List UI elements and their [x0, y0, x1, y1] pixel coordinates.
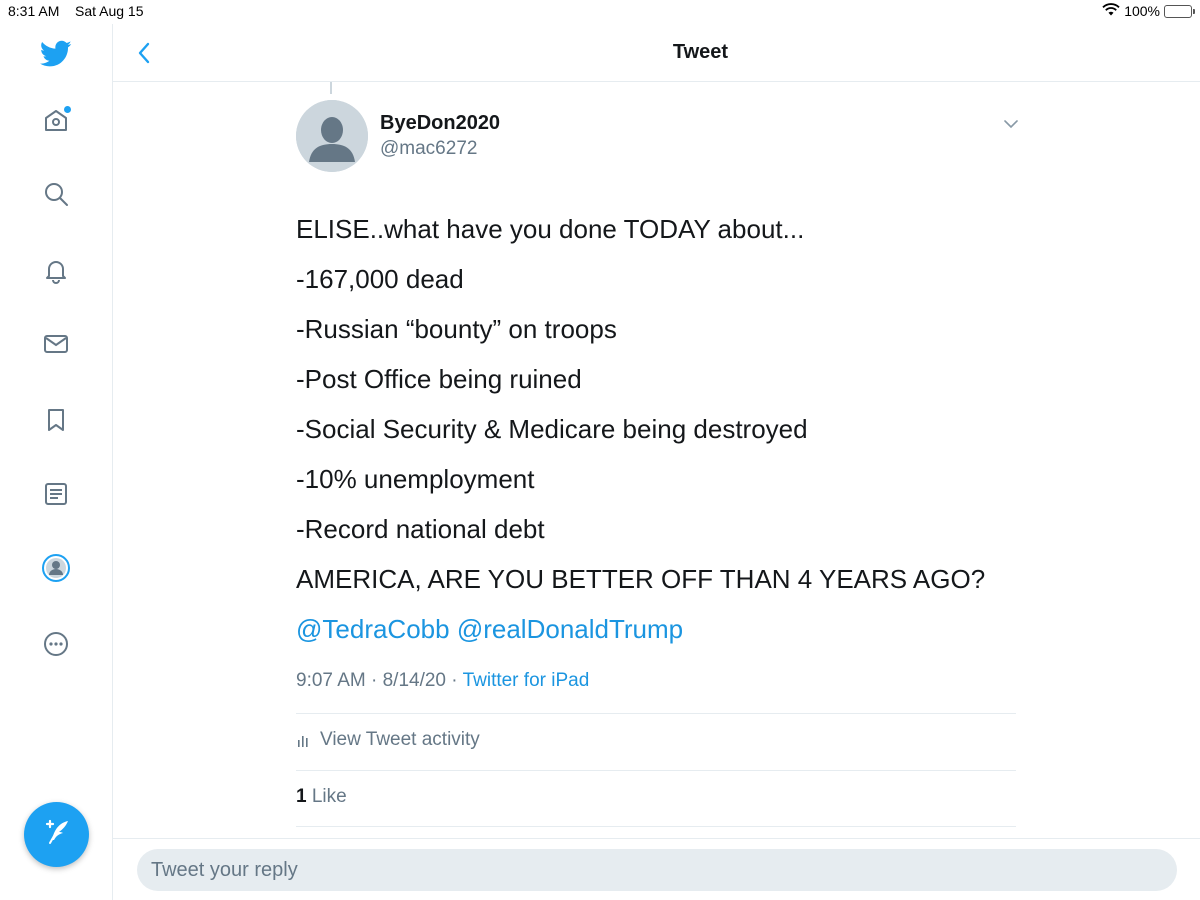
- tweet-source-link[interactable]: Twitter for iPad: [463, 670, 590, 691]
- divider: [296, 770, 1016, 771]
- like-count-number: 1: [296, 786, 307, 807]
- mentions-line: @TedraCobb @realDonaldTrump: [296, 604, 1016, 654]
- meta-separator: ·: [451, 670, 463, 691]
- status-right: 100%: [1102, 3, 1195, 19]
- page-title-text: Tweet: [672, 41, 729, 63]
- status-date: Sat Aug 15: [75, 3, 144, 19]
- tweet-line: -10% unemployment: [296, 464, 535, 494]
- tweet-line: -Record national debt: [296, 514, 545, 544]
- twitter-logo-icon[interactable]: [40, 38, 72, 70]
- tweet-line: -Social Security & Medicare being destro…: [296, 414, 808, 444]
- sidebar: [0, 24, 113, 900]
- likes-count[interactable]: 1 Like: [296, 786, 347, 808]
- bookmark-icon[interactable]: [40, 404, 72, 436]
- profile-icon[interactable]: [40, 552, 72, 584]
- tweet-line: -Russian “bounty” on troops: [296, 314, 617, 344]
- status-time: 8:31 AM: [8, 3, 60, 19]
- tweet-header: Tweet: [113, 24, 1200, 82]
- chevron-down-icon: [1004, 120, 1018, 129]
- tweet-line: AMERICA, ARE YOU BETTER OFF THAN 4 YEARS…: [296, 564, 986, 594]
- tweet-meta: 9:07 AM · 8/14/20 · Twitter for iPad: [296, 670, 589, 692]
- reply-input[interactable]: Tweet your reply: [137, 849, 1177, 891]
- analytics-icon: [298, 736, 308, 747]
- status-bar: 8:31 AM Sat Aug 15 100%: [0, 0, 1200, 24]
- tweet-line: ELISE..what have you done TODAY about...: [296, 214, 805, 244]
- tweet-time: 9:07 AM: [296, 670, 366, 691]
- mention-link[interactable]: @TedraCobb: [296, 614, 450, 644]
- battery-percent: 100%: [1124, 3, 1160, 19]
- mail-icon[interactable]: [40, 328, 72, 360]
- compose-tweet-icon: [41, 816, 73, 853]
- bell-icon[interactable]: [40, 254, 72, 286]
- more-icon[interactable]: [40, 628, 72, 660]
- tweet-options-button[interactable]: [1000, 114, 1022, 134]
- tweet-text: ELISE..what have you done TODAY about...…: [296, 204, 1016, 654]
- meta-separator: ·: [371, 670, 383, 691]
- page-title: Tweet: [113, 41, 1200, 64]
- user-handle[interactable]: @mac6272: [380, 138, 477, 160]
- home-icon[interactable]: [40, 104, 72, 136]
- thread-connector-line: [330, 82, 332, 94]
- view-tweet-activity-button[interactable]: View Tweet activity: [296, 729, 480, 751]
- tweet-date: 8/14/20: [382, 670, 447, 691]
- tweet-line: -167,000 dead: [296, 264, 464, 294]
- battery-icon: [1164, 4, 1195, 18]
- divider: [296, 826, 1016, 827]
- like-count-label: Like: [311, 786, 347, 807]
- list-icon[interactable]: [40, 478, 72, 510]
- mention-link[interactable]: @realDonaldTrump: [457, 614, 683, 644]
- reply-bar: Tweet your reply: [113, 838, 1200, 900]
- compose-tweet-button[interactable]: [24, 802, 89, 867]
- tweet-line: -Post Office being ruined: [296, 364, 582, 394]
- display-name[interactable]: ByeDon2020: [380, 112, 500, 135]
- avatar[interactable]: [296, 100, 368, 172]
- view-tweet-activity-label: View Tweet activity: [320, 729, 480, 750]
- default-avatar-icon: [296, 100, 368, 172]
- wifi-icon: [1102, 3, 1120, 19]
- divider: [296, 713, 1016, 714]
- search-icon[interactable]: [40, 178, 72, 210]
